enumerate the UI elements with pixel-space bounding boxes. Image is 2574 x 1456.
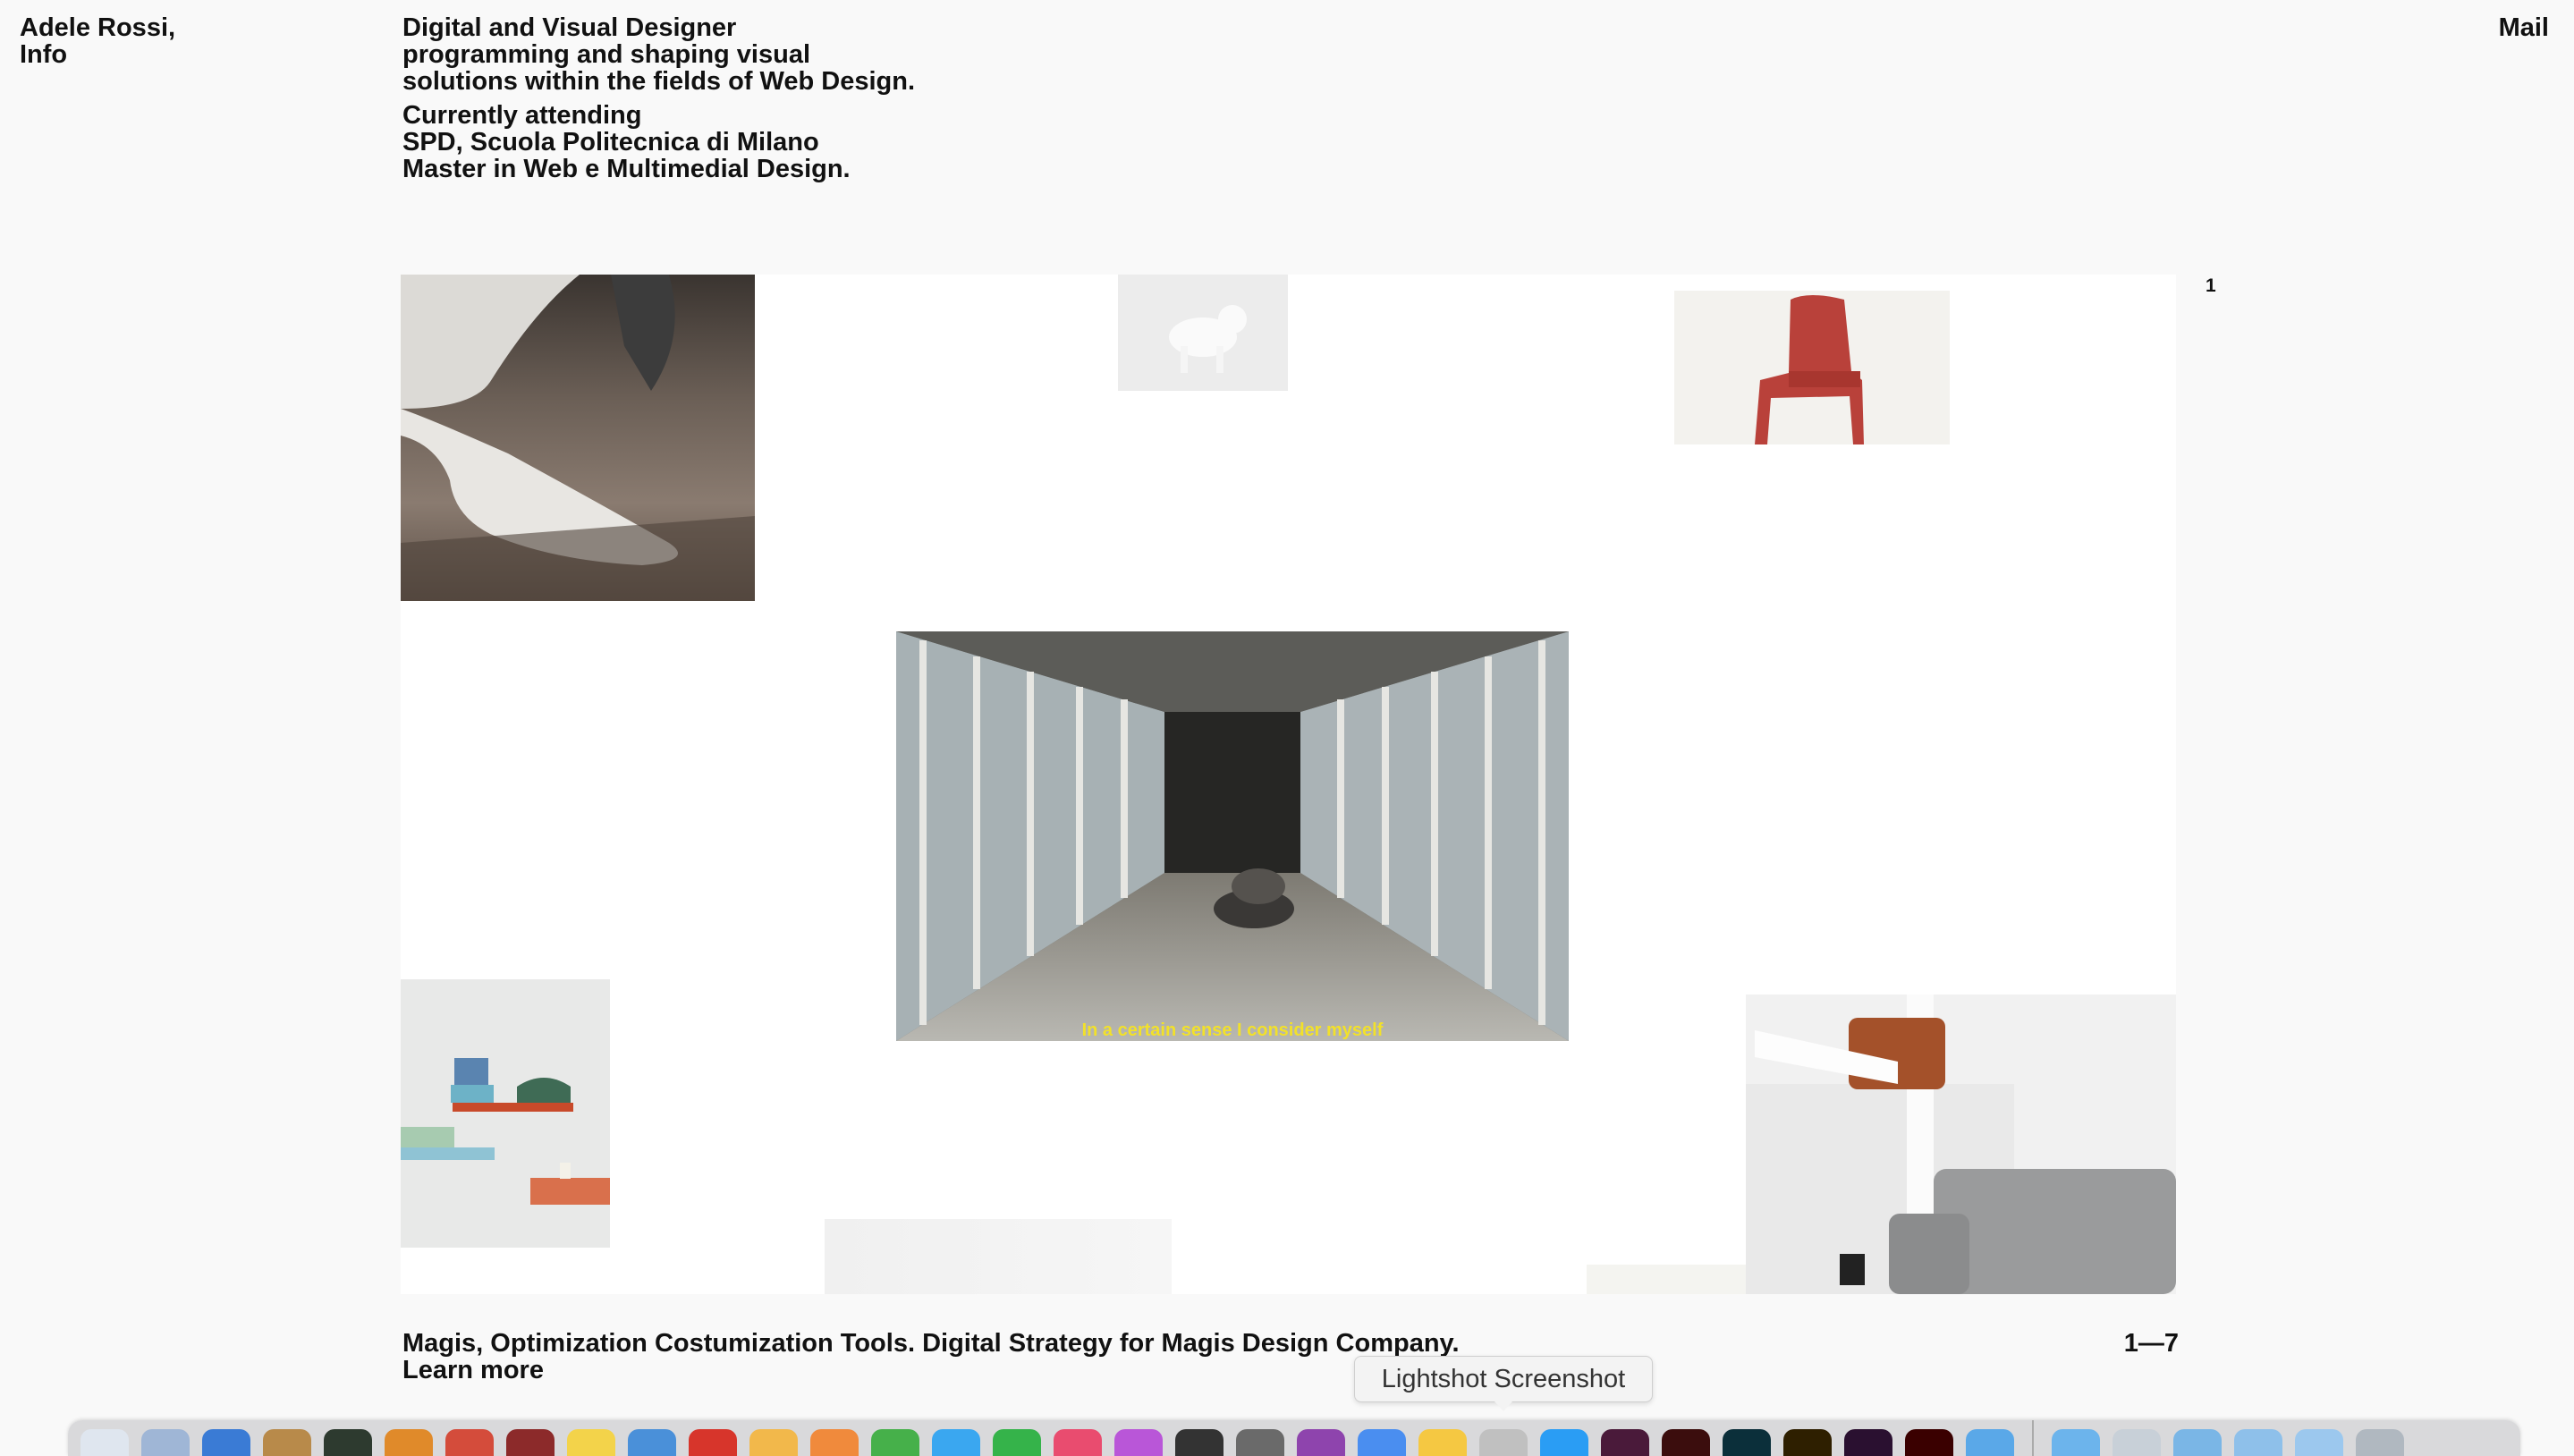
project-gallery[interactable]: In a certain sense I consider myself <box>401 275 2176 1294</box>
photo-spun-chair[interactable] <box>401 275 755 601</box>
photo-suitcase-sofa[interactable] <box>1746 995 2176 1294</box>
dock-app-icon[interactable] <box>1601 1429 1649 1456</box>
intro-line: programming and shaping visual <box>402 40 811 69</box>
owner-name: Adele Rossi, <box>20 13 176 42</box>
education-line: SPD, Scuola Politecnica di Milano <box>402 128 819 157</box>
dock-app-icon[interactable] <box>2295 1429 2343 1456</box>
owner-block: Adele Rossi, Info <box>20 14 175 68</box>
dock-app-icon[interactable] <box>263 1429 311 1456</box>
dock-app-icon[interactable] <box>1723 1429 1771 1456</box>
dock-app-icon[interactable] <box>1479 1429 1528 1456</box>
dock-app-icon[interactable] <box>445 1429 494 1456</box>
macos-dock <box>68 1420 2520 1456</box>
intro-line: solutions within the fields of Web Desig… <box>402 67 916 96</box>
education-line: Currently attending <box>402 101 642 130</box>
intro-paragraph: Digital and Visual Designer programming … <box>402 14 1029 95</box>
video-subtitle: In a certain sense I consider myself <box>1081 1020 1384 1040</box>
dock-app-icon[interactable] <box>810 1429 859 1456</box>
photo-color-trays[interactable] <box>401 979 610 1248</box>
dock-app-icon[interactable] <box>324 1429 372 1456</box>
dock-app-icon[interactable] <box>932 1429 980 1456</box>
dock-app-icon[interactable] <box>1236 1429 1284 1456</box>
mail-link[interactable]: Mail <box>2499 13 2549 42</box>
dock-app-icon[interactable] <box>871 1429 919 1456</box>
dock-app-icon[interactable] <box>385 1429 433 1456</box>
dock-app-icon[interactable] <box>1358 1429 1406 1456</box>
dock-app-icon[interactable] <box>749 1429 798 1456</box>
dock-app-icon[interactable] <box>202 1429 250 1456</box>
dock-app-icon[interactable] <box>628 1429 676 1456</box>
education-paragraph: Currently attending SPD, Scuola Politecn… <box>402 102 1029 182</box>
info-link[interactable]: Info <box>20 40 67 69</box>
dock-app-icon[interactable] <box>689 1429 737 1456</box>
slide-number: 1 <box>2206 275 2216 296</box>
photo-placeholder[interactable] <box>1587 1265 1746 1294</box>
dock-app-icon[interactable] <box>2234 1429 2282 1456</box>
photo-placeholder[interactable] <box>825 1219 1172 1294</box>
project-description: Magis, Optimization Costumization Tools.… <box>402 1329 1460 1358</box>
dock-tooltip: Lightshot Screenshot <box>1354 1356 1653 1411</box>
dock-app-icon[interactable] <box>141 1429 190 1456</box>
education-line: Master in Web e Multimedial Design. <box>402 155 851 183</box>
dock-app-icon[interactable] <box>1783 1429 1832 1456</box>
learn-more-link[interactable]: Learn more <box>402 1356 544 1384</box>
dock-separator <box>2032 1420 2034 1456</box>
photo-dog-sculpture[interactable] <box>1118 275 1288 391</box>
page-counter: 1—7 <box>2123 1329 2179 1358</box>
dock-app-icon[interactable] <box>1418 1429 1467 1456</box>
dock-app-icon[interactable] <box>1297 1429 1345 1456</box>
dock-app-icon[interactable] <box>1175 1429 1223 1456</box>
dock-app-icon[interactable] <box>1054 1429 1102 1456</box>
dock-app-icon[interactable] <box>1966 1429 2014 1456</box>
dock-app-icon[interactable] <box>993 1429 1041 1456</box>
dock-app-icon[interactable] <box>1540 1429 1588 1456</box>
project-video[interactable]: In a certain sense I consider myself <box>896 631 1569 1041</box>
photo-red-chair[interactable] <box>1674 291 1950 444</box>
dock-app-icon[interactable] <box>2173 1429 2222 1456</box>
dock-app-icon[interactable] <box>2052 1429 2100 1456</box>
intro-text: Digital and Visual Designer programming … <box>402 14 1029 190</box>
dock-app-icon[interactable] <box>1844 1429 1892 1456</box>
dock-app-icon[interactable] <box>1114 1429 1163 1456</box>
dock-app-icon[interactable] <box>80 1429 129 1456</box>
dock-app-icon[interactable] <box>1905 1429 1953 1456</box>
intro-line: Digital and Visual Designer <box>402 13 737 42</box>
dock-app-icon[interactable] <box>1662 1429 1710 1456</box>
dock-app-icon[interactable] <box>506 1429 555 1456</box>
dock-app-icon[interactable] <box>567 1429 615 1456</box>
project-caption: Magis, Optimization Costumization Tools.… <box>402 1330 2012 1384</box>
dock-app-icon[interactable] <box>2113 1429 2161 1456</box>
dock-app-icon[interactable] <box>2356 1429 2404 1456</box>
